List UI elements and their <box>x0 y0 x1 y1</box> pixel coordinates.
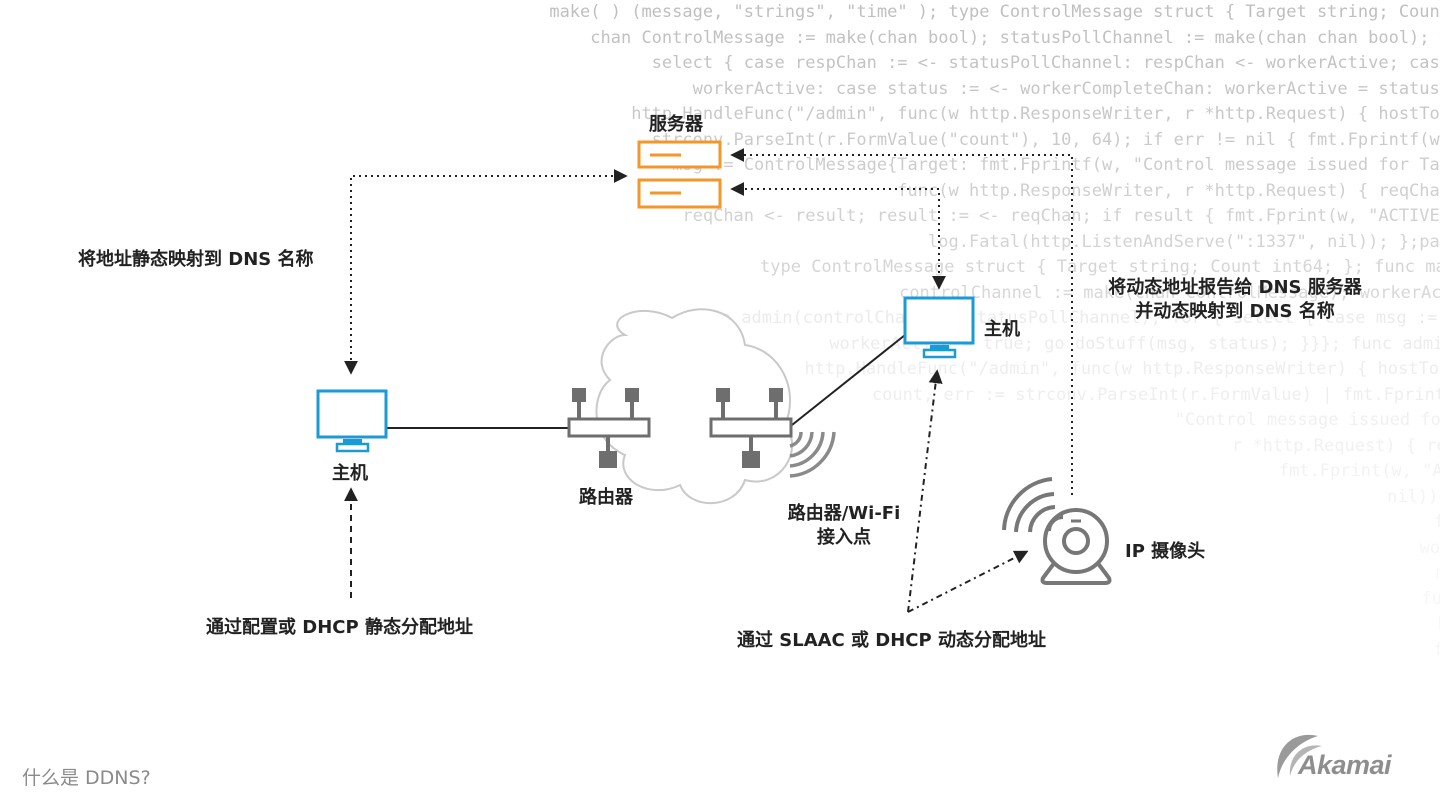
ddns-diagram <box>316 140 1112 613</box>
link-wifi-router-host-right <box>791 334 906 426</box>
page-title: 什么是 DDNS? <box>22 767 151 789</box>
dynamic-dns-annotation-line2: 并动态映射到 DNS 名称 <box>1135 301 1335 322</box>
host-left-label: 主机 <box>332 463 368 484</box>
dynamic-assign-annotation: 通过 SLAAC 或 DHCP 动态分配地址 <box>737 630 1046 651</box>
arrow-slaac-host <box>907 369 943 613</box>
ip-camera-label: IP 摄像头 <box>1125 541 1206 562</box>
arrow-static-dns <box>344 169 628 375</box>
wifi-signal-icon <box>789 431 836 478</box>
ip-camera-icon <box>1002 477 1112 585</box>
dynamic-dns-annotation: 将动态地址报告给 DNS 服务器 并动态映射到 DNS 名称 <box>1090 276 1380 324</box>
wifi-router-label: 路由器/Wi-Fi 接入点 <box>784 502 904 550</box>
brand-logo-text: Akamai <box>1298 750 1392 780</box>
dynamic-dns-annotation-line1: 将动态地址报告给 DNS 服务器 <box>1108 277 1362 298</box>
static-dns-annotation: 将地址静态映射到 DNS 名称 <box>78 249 314 270</box>
static-assign-annotation: 通过配置或 DHCP 静态分配地址 <box>206 617 473 638</box>
server-icon <box>637 140 722 209</box>
server-label: 服务器 <box>649 114 703 135</box>
host-right-label: 主机 <box>984 319 1020 340</box>
router-label: 路由器 <box>579 487 633 508</box>
wifi-router-label-line1: 路由器/Wi-Fi <box>787 503 901 524</box>
arrow-server-host-right <box>730 182 946 290</box>
internet-cloud <box>595 308 794 505</box>
wifi-router-label-line2: 接入点 <box>817 527 871 548</box>
arrow-slaac-camera <box>907 550 1029 613</box>
host-right-monitor-icon <box>903 296 975 359</box>
host-left-monitor-icon <box>316 389 388 453</box>
